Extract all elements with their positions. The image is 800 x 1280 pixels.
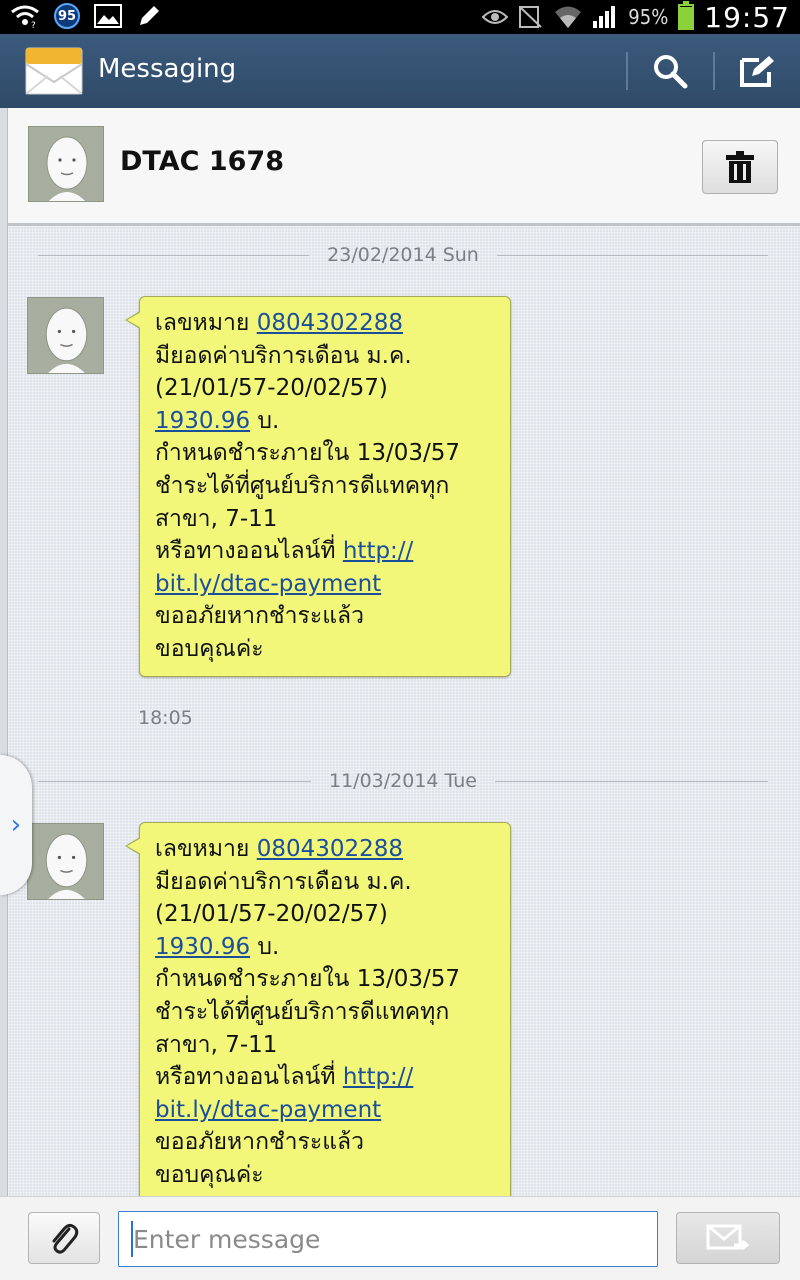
side-panel-handle[interactable]: › [0, 755, 32, 895]
message-text-line: ชำระได้ที่ศูนย์บริการดีแทคทุก [155, 470, 500, 503]
badge-icon: 95 [54, 3, 80, 29]
paperclip-icon [52, 1223, 79, 1254]
wifi-notify-icon: ? [11, 5, 39, 29]
date-label: 11/03/2014 Tue [329, 770, 478, 792]
message-text-line: ขอบคุณค่ะ [155, 1159, 500, 1192]
message-text: บ. [250, 933, 280, 960]
message-time: 18:05 [138, 707, 193, 729]
message-text-line: เลขหมาย 0804302288 [155, 307, 500, 340]
message-text-line: bit.ly/dtac-payment [155, 1094, 500, 1127]
message-text-line: กำหนดชำระภายใน 13/03/57 [155, 437, 500, 470]
message-link[interactable]: bit.ly/dtac-payment [155, 1097, 381, 1123]
message-text-line: (21/01/57-20/02/57) [155, 898, 500, 931]
clock: 19:57 [704, 0, 790, 34]
message-text-line: เลขหมาย 0804302288 [155, 833, 500, 866]
chevron-right-icon: › [10, 810, 22, 840]
battery-percent: 95% [628, 5, 669, 29]
compose-button[interactable] [733, 48, 783, 94]
message-text-line: ขอบคุณค่ะ [155, 633, 500, 666]
message-text: มียอดค่าบริการเดือน ม.ค. [155, 342, 412, 369]
messaging-app-icon[interactable] [24, 42, 84, 100]
eye-icon [482, 10, 509, 24]
trash-icon [726, 151, 754, 183]
message-text-line: ขออภัยหากชำระแล้ว [155, 1126, 500, 1159]
conversation-thread[interactable]: 23/02/2014 Sun เลขหมาย 0804302288 มียอดค่… [8, 226, 800, 1196]
gallery-icon [94, 4, 122, 28]
message-text-line: ชำระได้ที่ศูนย์บริการดีแทคทุก [155, 996, 500, 1029]
message-link[interactable]: 0804302288 [257, 310, 403, 336]
message-text: บ. [250, 407, 280, 434]
pen-icon [140, 6, 159, 25]
message-text-line: 1930.96 บ. [155, 931, 500, 964]
avatar-icon[interactable] [28, 126, 104, 202]
message-avatar-icon[interactable] [27, 823, 104, 900]
compose-bar [0, 1196, 800, 1280]
app-title: Messaging [98, 54, 237, 84]
message-text: ขอบคุณค่ะ [155, 1161, 264, 1188]
message-text: สาขา, 7-11 [155, 505, 278, 532]
message-text-line: หรือทางออนไลน์ที่ http:// [155, 1061, 500, 1094]
attach-button[interactable] [28, 1212, 100, 1264]
action-bar-divider [626, 52, 628, 90]
message-text: ชำระได้ที่ศูนย์บริการดีแทคทุก [155, 472, 450, 499]
search-icon [654, 55, 688, 89]
message-text-line: สาขา, 7-11 [155, 1029, 500, 1062]
message-input[interactable] [118, 1211, 658, 1267]
message-text: สาขา, 7-11 [155, 1031, 278, 1058]
send-button[interactable] [676, 1212, 780, 1264]
message-text-line: หรือทางออนไลน์ที่ http:// [155, 535, 500, 568]
message-text-line: สาขา, 7-11 [155, 503, 500, 536]
delete-button[interactable] [702, 140, 778, 194]
date-label: 23/02/2014 Sun [327, 244, 479, 266]
message-bubble[interactable]: เลขหมาย 0804302288 มียอดค่าบริการเดือน ม.… [125, 822, 511, 1196]
message-link[interactable]: 0804302288 [257, 836, 403, 862]
message-text-line: (21/01/57-20/02/57) [155, 372, 500, 405]
status-bar: ? 95 95% 19:57 [0, 0, 800, 34]
svg-text:?: ? [31, 21, 36, 29]
message-text: กำหนดชำระภายใน 13/03/57 [155, 440, 461, 467]
message-text: ชำระได้ที่ศูนย์บริการดีแทคทุก [155, 998, 450, 1025]
message-text: ขอบคุณค่ะ [155, 635, 264, 662]
message-text: (21/01/57-20/02/57) [155, 375, 388, 402]
message-text: เลขหมาย [155, 310, 257, 336]
signal-icon [593, 6, 616, 28]
message-text-line: bit.ly/dtac-payment [155, 568, 500, 601]
status-bar-system: 95% 19:57 [482, 0, 790, 34]
message-text: หรือทางออนไลน์ที่ [155, 538, 343, 565]
left-edge-rail [0, 108, 8, 1280]
message-link[interactable]: 1930.96 [155, 408, 250, 434]
message-text: มียอดค่าบริการเดือน ม.ค. [155, 868, 412, 895]
message-bubble[interactable]: เลขหมาย 0804302288 มียอดค่าบริการเดือน ม.… [125, 296, 511, 677]
message-text: ขออภัยหากชำระแล้ว [155, 603, 365, 630]
send-icon [706, 1224, 750, 1251]
message-text: กำหนดชำระภายใน 13/03/57 [155, 966, 461, 993]
message-text-line: มียอดค่าบริการเดือน ม.ค. [155, 340, 500, 373]
text-caret [131, 1221, 133, 1257]
message-link[interactable]: 1930.96 [155, 934, 250, 960]
date-separator: 23/02/2014 Sun [38, 240, 769, 270]
action-bar-divider [713, 52, 715, 90]
mute-icon [519, 6, 542, 28]
date-separator: 11/03/2014 Tue [38, 766, 769, 796]
message-text-line: กำหนดชำระภายใน 13/03/57 [155, 963, 500, 996]
message-text-line: ขออภัยหากชำระแล้ว [155, 600, 500, 633]
status-bar-notifications: ? 95 [10, 3, 162, 29]
contact-header: DTAC 1678 [8, 108, 800, 226]
message-link[interactable]: http:// [343, 1064, 413, 1090]
battery-icon [678, 1, 695, 30]
message-text-line: 1930.96 บ. [155, 405, 500, 438]
message-link[interactable]: bit.ly/dtac-payment [155, 571, 381, 597]
message-text: ขออภัยหากชำระแล้ว [155, 1129, 365, 1156]
message-text: หรือทางออนไลน์ที่ [155, 1064, 343, 1091]
contact-name: DTAC 1678 [120, 146, 284, 177]
message-avatar-icon[interactable] [27, 297, 104, 374]
wifi-icon [555, 6, 582, 28]
message-text: เลขหมาย [155, 836, 257, 862]
message-text: (21/01/57-20/02/57) [155, 901, 388, 928]
message-text-line: มียอดค่าบริการเดือน ม.ค. [155, 866, 500, 899]
action-bar: Messaging [0, 34, 800, 108]
message-link[interactable]: http:// [343, 538, 413, 564]
search-button[interactable] [645, 48, 695, 94]
compose-icon [740, 56, 774, 87]
